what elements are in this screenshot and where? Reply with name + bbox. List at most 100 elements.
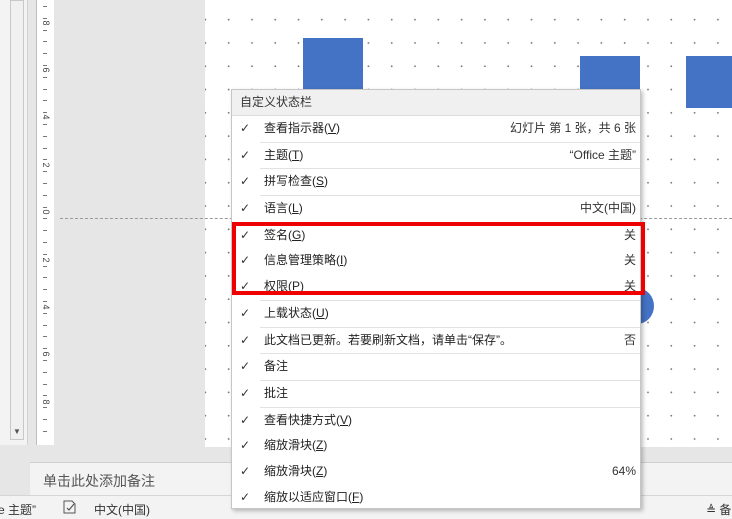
ruler-tick <box>43 88 47 90</box>
menu-item[interactable]: ✓ 语言(L) 中文(中国) <box>232 196 640 222</box>
menu-item-label: 缩放滑块(Z) <box>264 438 328 453</box>
menu-title: 自定义状态栏 <box>232 90 640 116</box>
ruler-tick <box>43 159 47 161</box>
menu-item[interactable]: ✓ 缩放以适应窗口(F) <box>232 485 640 511</box>
menu-item[interactable]: ✓ 主题(T) “Office 主题” <box>232 143 640 169</box>
checkmark-icon: ✓ <box>240 463 251 478</box>
notes-placeholder[interactable]: 单击此处添加备注 <box>43 471 155 491</box>
checkmark-icon: ✓ <box>240 385 251 400</box>
menu-item[interactable]: ✓ 备注 <box>232 354 640 380</box>
menu-item[interactable]: ✓ 批注 <box>232 381 640 407</box>
ruler-tick <box>43 194 47 196</box>
ruler-tick <box>43 65 47 66</box>
ruler-tick <box>43 53 47 55</box>
menu-item[interactable]: ✓ 权限(P) 关 <box>232 274 640 300</box>
ruler-tick <box>43 135 47 137</box>
status-notes-label: 备 <box>719 503 732 517</box>
ruler-tick <box>43 6 47 7</box>
ruler-tick <box>43 419 47 420</box>
menu-item[interactable]: ✓ 签名(G) 关 <box>232 223 640 249</box>
menu-item-label: 批注 <box>264 385 289 400</box>
menu-item[interactable]: ✓ 查看指示器(V) 幻灯片 第 1 张，共 6 张 <box>232 116 640 142</box>
ruler-tick <box>43 230 47 232</box>
ruler-tick <box>43 100 47 102</box>
ruler-tick <box>43 171 47 173</box>
menu-item[interactable]: ✓ 信息管理策略(I) 关 <box>232 248 640 274</box>
ruler-tick <box>43 289 47 291</box>
menu-item-label: 备注 <box>264 359 289 374</box>
menu-item[interactable]: ✓ 上载状态(U) <box>232 301 640 327</box>
menu-item-label: 缩放以适应窗口(F) <box>264 489 364 504</box>
checkmark-icon: ✓ <box>240 253 251 268</box>
status-language[interactable]: 中文(中国) <box>94 501 150 518</box>
menu-item-value: 关 <box>623 227 636 242</box>
menu-item-value: 关 <box>623 279 636 294</box>
ruler-tick <box>43 41 47 43</box>
checkmark-icon: ✓ <box>240 412 251 427</box>
menu-item-label: 查看快捷方式(V) <box>264 412 353 427</box>
menu-item-value: 中文(中国) <box>580 201 636 216</box>
ruler-tick <box>43 147 47 149</box>
menu-item-label: 权限(P) <box>264 279 305 294</box>
menu-item[interactable]: ✓ 缩放滑块(Z) <box>232 433 640 459</box>
menu-item-value: 64% <box>611 463 636 478</box>
checkmark-icon: ✓ <box>240 359 251 374</box>
checkmark-icon: ✓ <box>240 279 251 294</box>
checkmark-icon: ✓ <box>240 201 251 216</box>
checkmark-icon: ✓ <box>240 305 251 320</box>
ruler-tick <box>43 360 47 361</box>
menu-item-label: 拼写检查(S) <box>264 174 329 189</box>
scroll-down-arrow-icon[interactable]: ▼ <box>11 425 23 439</box>
ruler-tick <box>43 206 47 208</box>
ruler-tick <box>43 242 47 243</box>
menu-item-label: 语言(L) <box>264 201 303 216</box>
menu-item-value: 否 <box>623 332 636 347</box>
ruler-tick <box>43 112 47 114</box>
spell-check-icon[interactable] <box>62 500 78 514</box>
blue-rectangle-shape[interactable] <box>686 56 732 108</box>
ruler-tick <box>43 348 47 350</box>
menu-item-label: 上载状态(U) <box>264 305 329 320</box>
ruler-tick <box>43 371 47 373</box>
menu-item-label: 缩放滑块(Z) <box>264 463 328 478</box>
checkmark-icon: ✓ <box>240 438 251 453</box>
checkmark-icon: ✓ <box>240 227 251 242</box>
checkmark-icon: ✓ <box>240 147 251 162</box>
checkmark-icon: ✓ <box>240 332 251 347</box>
customize-status-bar-menu: 自定义状态栏 ✓ 查看指示器(V) 幻灯片 第 1 张，共 6 张 ✓ 主题(T) “Of… <box>231 89 641 509</box>
checkmark-icon: ✓ <box>240 489 251 504</box>
menu-item[interactable]: ✓ 此文档已更新。若要刷新文档，请单击“保存”。 否 <box>232 328 640 354</box>
menu-item-value: 幻灯片 第 1 张，共 6 张 <box>509 121 636 135</box>
menu-item[interactable]: ✓ 查看快捷方式(V) <box>232 408 640 434</box>
status-theme[interactable]: ce 主题” <box>0 501 36 518</box>
blue-rectangle-shape[interactable] <box>303 38 363 90</box>
ruler-tick <box>43 218 47 220</box>
menu-item-value: “Office 主题” <box>569 147 636 162</box>
ruler-tick <box>43 407 47 409</box>
thumbnail-scrollbar[interactable]: ▼ <box>10 0 24 440</box>
menu-item[interactable]: ✓ 拼写检查(S) <box>232 169 640 195</box>
menu-item-label: 主题(T) <box>264 147 304 162</box>
notes-icon: ≜ <box>706 503 717 517</box>
menu-item-label: 查看指示器(V) <box>264 121 341 135</box>
ruler-tick <box>43 336 47 338</box>
menu-items: ✓ 查看指示器(V) 幻灯片 第 1 张，共 6 张 ✓ 主题(T) “Office 主题… <box>232 116 640 510</box>
ruler-tick <box>43 301 47 302</box>
ruler-tick <box>43 395 47 397</box>
ruler-tick <box>43 312 47 314</box>
checkmark-icon: ✓ <box>240 174 251 189</box>
ruler-tick <box>43 277 47 279</box>
ruler-tick <box>43 265 47 267</box>
menu-item[interactable]: ✓ 缩放滑块(Z) 64% <box>232 459 640 485</box>
vertical-ruler: 864202468 <box>36 0 55 445</box>
ruler-tick <box>43 76 47 78</box>
menu-item-value: 关 <box>623 253 636 268</box>
checkmark-icon: ✓ <box>240 121 251 135</box>
ruler-tick <box>43 29 47 31</box>
status-notes-button[interactable]: ≜ 备 <box>706 501 731 518</box>
menu-item-label: 此文档已更新。若要刷新文档，请单击“保存”。 <box>264 332 512 347</box>
ruler-tick <box>43 324 47 326</box>
ruler-tick <box>43 183 47 184</box>
ruler-tick <box>43 124 47 125</box>
ruler-tick <box>43 17 47 19</box>
